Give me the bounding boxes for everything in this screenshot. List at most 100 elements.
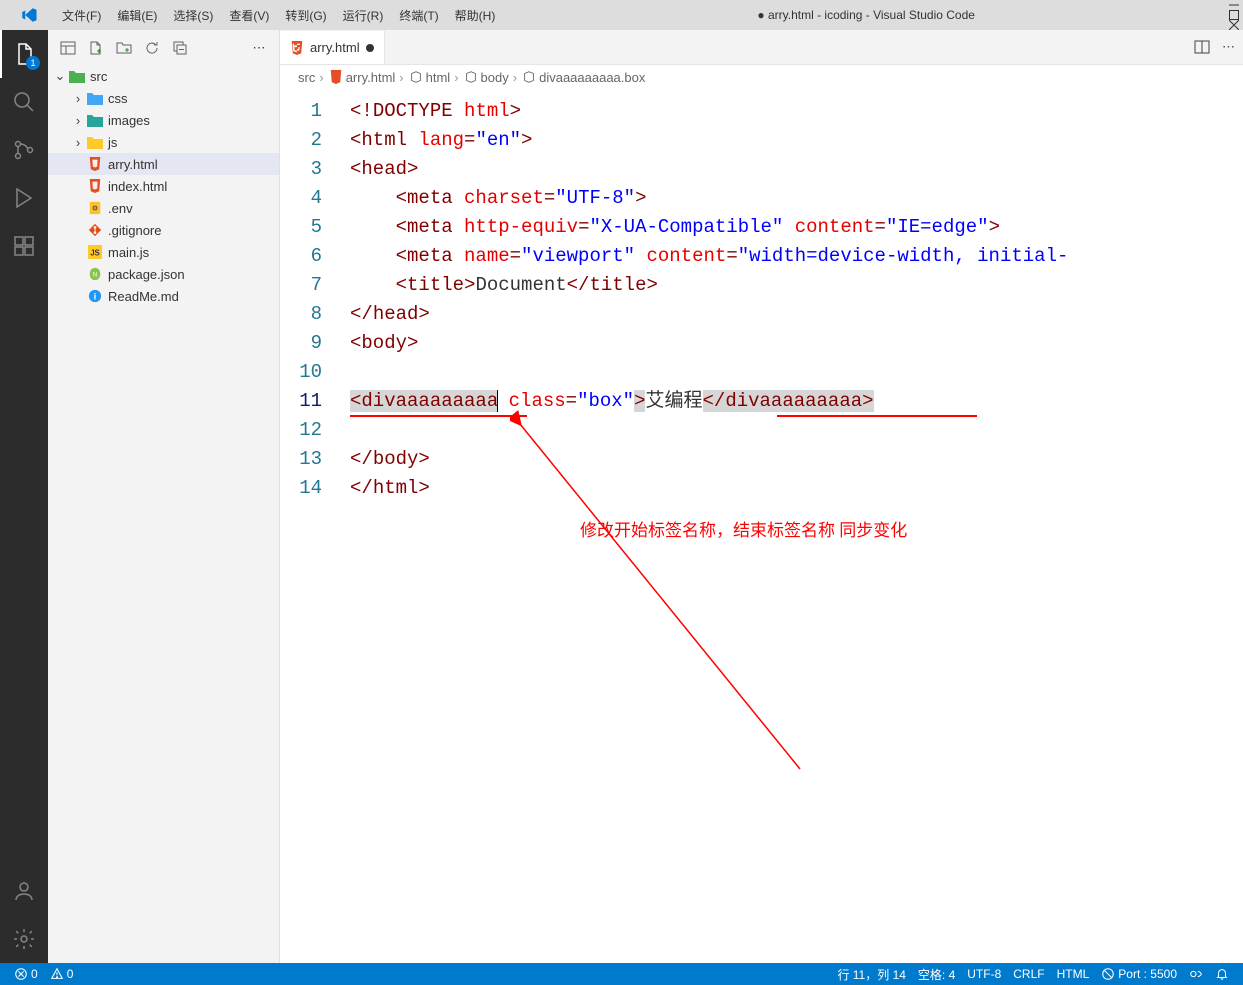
file-icon: ⚙	[86, 200, 104, 216]
split-editor-icon[interactable]	[1194, 39, 1210, 55]
annotation-text: 修改开始标签名称，结束标签名称 同步变化	[580, 516, 907, 545]
activity-scm[interactable]	[0, 126, 48, 174]
new-folder-icon[interactable]	[116, 40, 132, 56]
tab-bar: arry.html ⋯	[280, 30, 1243, 65]
file-icon	[86, 178, 104, 194]
chevron-right-icon: ›	[399, 70, 403, 85]
activity-bar: 1	[0, 30, 48, 963]
status-bell-icon[interactable]	[1209, 963, 1235, 985]
menu-edit[interactable]: 编辑(E)	[109, 3, 165, 28]
close-button[interactable]	[1229, 20, 1239, 30]
minimize-button[interactable]	[1229, 0, 1239, 10]
menu-view[interactable]: 查看(V)	[221, 3, 277, 28]
tree-item-label: ReadMe.md	[108, 289, 179, 304]
tree-file--env[interactable]: ⚙ .env	[48, 197, 279, 219]
tree-file-arry-html[interactable]: arry.html	[48, 153, 279, 175]
explorer-badge: 1	[26, 56, 40, 70]
tree-file-package-json[interactable]: Npackage.json	[48, 263, 279, 285]
tree-file--gitignore[interactable]: .gitignore	[48, 219, 279, 241]
svg-text:i: i	[94, 292, 96, 302]
tree-root-label: src	[90, 69, 107, 84]
new-file-icon[interactable]	[88, 40, 104, 56]
bc-html[interactable]: html	[426, 70, 451, 85]
titlebar-menubar: 文件(F) 编辑(E) 选择(S) 查看(V) 转到(G) 运行(R) 终端(T…	[0, 0, 1243, 30]
tree-item-label: .gitignore	[108, 223, 161, 238]
tree-root[interactable]: ⌄ src	[48, 65, 279, 87]
folder-icon	[86, 134, 104, 150]
maximize-button[interactable]	[1229, 10, 1239, 20]
status-line-col[interactable]: 行 11，列 14	[831, 963, 911, 985]
menu-select[interactable]: 选择(S)	[165, 3, 221, 28]
file-icon: i	[86, 288, 104, 304]
status-eol[interactable]: CRLF	[1007, 963, 1050, 985]
bc-body[interactable]: body	[481, 70, 509, 85]
status-spaces[interactable]: 空格: 4	[912, 963, 961, 985]
tree-item-label: package.json	[108, 267, 185, 282]
folder-icon	[68, 68, 86, 84]
statusbar: 0 0 行 11，列 14 空格: 4 UTF-8 CRLF HTML Port…	[0, 963, 1243, 985]
tree-folder-css[interactable]: › css	[48, 87, 279, 109]
tab-arry-html[interactable]: arry.html	[280, 30, 385, 64]
chevron-down-icon: ⌄	[52, 68, 68, 84]
menu-file[interactable]: 文件(F)	[54, 3, 109, 28]
breadcrumbs[interactable]: src › arry.html › html › body › divaaaaa…	[280, 65, 1243, 89]
folder-icon	[86, 112, 104, 128]
tree-item-label: main.js	[108, 245, 149, 260]
tree-item-label: .env	[108, 201, 133, 216]
tree-item-label: images	[108, 113, 150, 128]
activity-explorer[interactable]: 1	[0, 30, 48, 78]
activity-search[interactable]	[0, 78, 48, 126]
activity-debug[interactable]	[0, 174, 48, 222]
vscode-logo	[4, 6, 54, 24]
activity-settings[interactable]	[0, 915, 48, 963]
sidebar-header: ⋯	[48, 30, 279, 65]
menu-run[interactable]: 运行(R)	[335, 3, 392, 28]
activity-extensions[interactable]	[0, 222, 48, 270]
chevron-right-icon: ›	[513, 70, 517, 85]
activity-account[interactable]	[0, 867, 48, 915]
status-lang[interactable]: HTML	[1051, 963, 1096, 985]
tree-item-label: index.html	[108, 179, 167, 194]
more-actions-icon[interactable]: ⋯	[1222, 39, 1235, 55]
refresh-icon[interactable]	[144, 40, 160, 56]
status-warnings[interactable]: 0	[44, 963, 80, 985]
line-numbers: 1234567891011121314	[280, 97, 340, 503]
editor-area: arry.html ⋯ src › arry.html › html › bod…	[280, 30, 1243, 963]
menu-help[interactable]: 帮助(H)	[447, 3, 504, 28]
svg-text:N: N	[93, 272, 97, 279]
explorer-views-icon[interactable]	[60, 40, 76, 56]
menu-goto[interactable]: 转到(G)	[277, 3, 334, 28]
bc-div[interactable]: divaaaaaaaaa.box	[539, 70, 645, 85]
code-editor[interactable]: 1234567891011121314 <!DOCTYPE html><html…	[280, 89, 1243, 963]
bc-file[interactable]: arry.html	[346, 70, 396, 85]
tree-folder-js[interactable]: ›js	[48, 131, 279, 153]
sidebar-more-icon[interactable]: ⋯	[251, 40, 267, 56]
collapse-icon[interactable]	[172, 40, 188, 56]
status-feedback-icon[interactable]	[1183, 963, 1209, 985]
chevron-right-icon: ›	[70, 135, 86, 150]
svg-text:⚙: ⚙	[92, 205, 98, 213]
html5-icon	[328, 69, 344, 85]
vertical-scrollbar[interactable]	[1229, 89, 1243, 963]
status-errors[interactable]: 0	[8, 963, 44, 985]
file-icon: N	[86, 266, 104, 282]
status-port[interactable]: Port : 5500	[1095, 963, 1183, 985]
status-encoding[interactable]: UTF-8	[961, 963, 1007, 985]
chevron-right-icon: ›	[70, 113, 86, 128]
html5-icon	[290, 41, 304, 55]
explorer-tree: ⌄ src › css › images ›js arry.html index.html…	[48, 65, 279, 963]
tree-file-index-html[interactable]: index.html	[48, 175, 279, 197]
bc-src[interactable]: src	[298, 70, 315, 85]
tab-label: arry.html	[310, 40, 360, 55]
symbol-icon	[408, 69, 424, 85]
tree-item-label: css	[108, 91, 128, 106]
chevron-right-icon: ›	[70, 91, 86, 106]
tree-folder-images[interactable]: › images	[48, 109, 279, 131]
symbol-icon	[521, 69, 537, 85]
chevron-right-icon: ›	[454, 70, 458, 85]
tree-item-label: arry.html	[108, 157, 158, 172]
menu-terminal[interactable]: 终端(T)	[391, 3, 446, 28]
tree-file-ReadMe-md[interactable]: i ReadMe.md	[48, 285, 279, 307]
file-icon: JS	[86, 244, 104, 260]
tree-file-main-js[interactable]: JS main.js	[48, 241, 279, 263]
